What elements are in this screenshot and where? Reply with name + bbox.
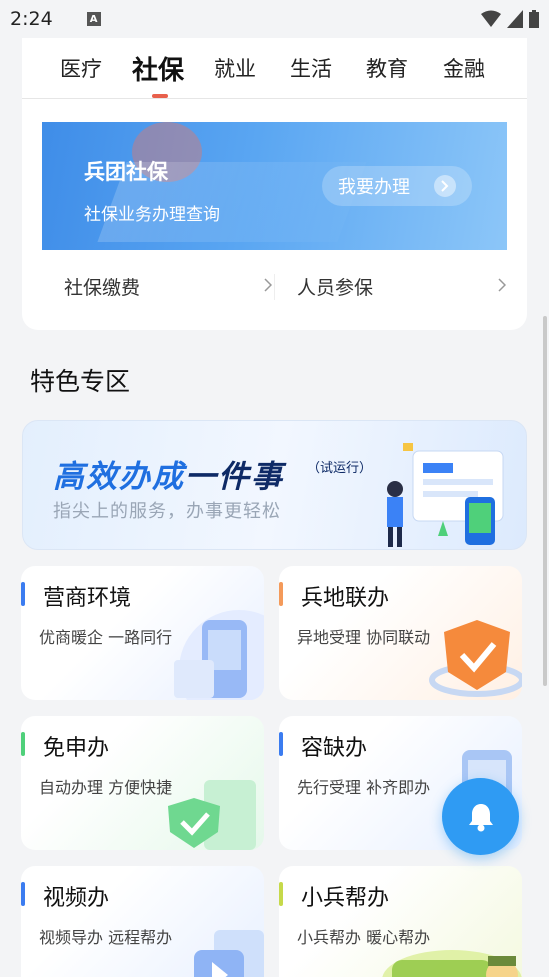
feature-subtitle: 视频导办 远程帮办 [39, 928, 173, 947]
chevron-right-icon [434, 175, 456, 197]
feature-joint-handling[interactable]: 兵地联办 异地受理 协同联动 [279, 566, 522, 700]
feature-subtitle: 先行受理 补齐即办 [297, 778, 431, 797]
accent-bar [21, 882, 25, 906]
apply-button-label: 我要办理 [338, 177, 410, 198]
chevron-right-icon [498, 278, 506, 292]
tab-social-security[interactable]: 社保 [132, 38, 184, 98]
feature-soldier-assist[interactable]: 小兵帮办 小兵帮办 暖心帮办 [279, 866, 522, 977]
promo-subtitle: 指尖上的服务，办事更轻松 [53, 501, 281, 522]
bell-icon [468, 803, 493, 831]
accent-bar [279, 732, 283, 756]
tab-employment[interactable]: 就业 [214, 38, 256, 98]
feature-title: 容缺办 [301, 736, 368, 761]
shield-check-icon [168, 780, 256, 850]
tabs-divider [22, 98, 527, 99]
personnel-enrollment-link[interactable]: 人员参保 [297, 268, 373, 304]
tab-life[interactable]: 生活 [290, 38, 332, 98]
promo-title: 高效办成一件事 [53, 459, 284, 495]
office-illustration [387, 443, 504, 547]
feature-no-application[interactable]: 免申办 自动办理 方便快捷 [21, 716, 264, 850]
feature-title: 小兵帮办 [301, 886, 390, 911]
category-tabs: 医疗 社保 就业 生活 教育 金融 [22, 38, 527, 98]
social-security-card: 医疗 社保 就业 生活 教育 金融 兵团社保 社保业务办理查询 我要办理 社保缴… [22, 38, 527, 330]
accent-bar [21, 582, 25, 606]
accent-bar [279, 582, 283, 606]
social-security-payment-link[interactable]: 社保缴费 [64, 268, 140, 304]
feature-subtitle: 异地受理 协同联动 [297, 628, 431, 647]
apply-button[interactable]: 我要办理 [322, 166, 472, 206]
feature-business-environment[interactable]: 营商环境 优商暖企 一路同行 [21, 566, 264, 700]
banner-subtitle: 社保业务办理查询 [84, 205, 220, 225]
feature-title: 视频办 [43, 886, 110, 911]
accent-bar [279, 882, 283, 906]
social-security-banner[interactable]: 兵团社保 社保业务办理查询 我要办理 [42, 122, 507, 250]
battery-icon [529, 10, 539, 28]
signal-icon [507, 10, 523, 28]
feature-title: 兵地联办 [301, 586, 390, 611]
notification-a-icon: A [86, 12, 101, 26]
mascot-logo-icon [382, 950, 522, 977]
chevron-right-icon [264, 278, 272, 292]
banner-title: 兵团社保 [84, 160, 168, 184]
tab-education[interactable]: 教育 [366, 38, 408, 98]
scrollbar[interactable] [543, 316, 547, 686]
feature-title: 免申办 [43, 736, 110, 761]
section-title: 特色专区 [30, 367, 131, 396]
notification-fab-button[interactable] [442, 778, 519, 855]
check-badge-icon [429, 620, 522, 697]
tab-finance[interactable]: 金融 [443, 38, 485, 98]
promo-tag: （试运行） [307, 461, 373, 476]
video-play-icon [194, 930, 264, 977]
one-thing-promo-banner[interactable]: 高效办成一件事 （试运行） 指尖上的服务，办事更轻松 [22, 420, 527, 550]
phone-illustration-icon [174, 610, 264, 700]
feature-title: 营商环境 [43, 586, 132, 611]
wifi-icon [481, 10, 501, 27]
quick-links-divider [274, 274, 275, 300]
status-bar: 2:24 A [0, 0, 549, 38]
feature-video-handling[interactable]: 视频办 视频导办 远程帮办 [21, 866, 264, 977]
tab-medical[interactable]: 医疗 [60, 38, 102, 98]
clock: 2:24 [10, 8, 53, 30]
accent-bar [21, 732, 25, 756]
